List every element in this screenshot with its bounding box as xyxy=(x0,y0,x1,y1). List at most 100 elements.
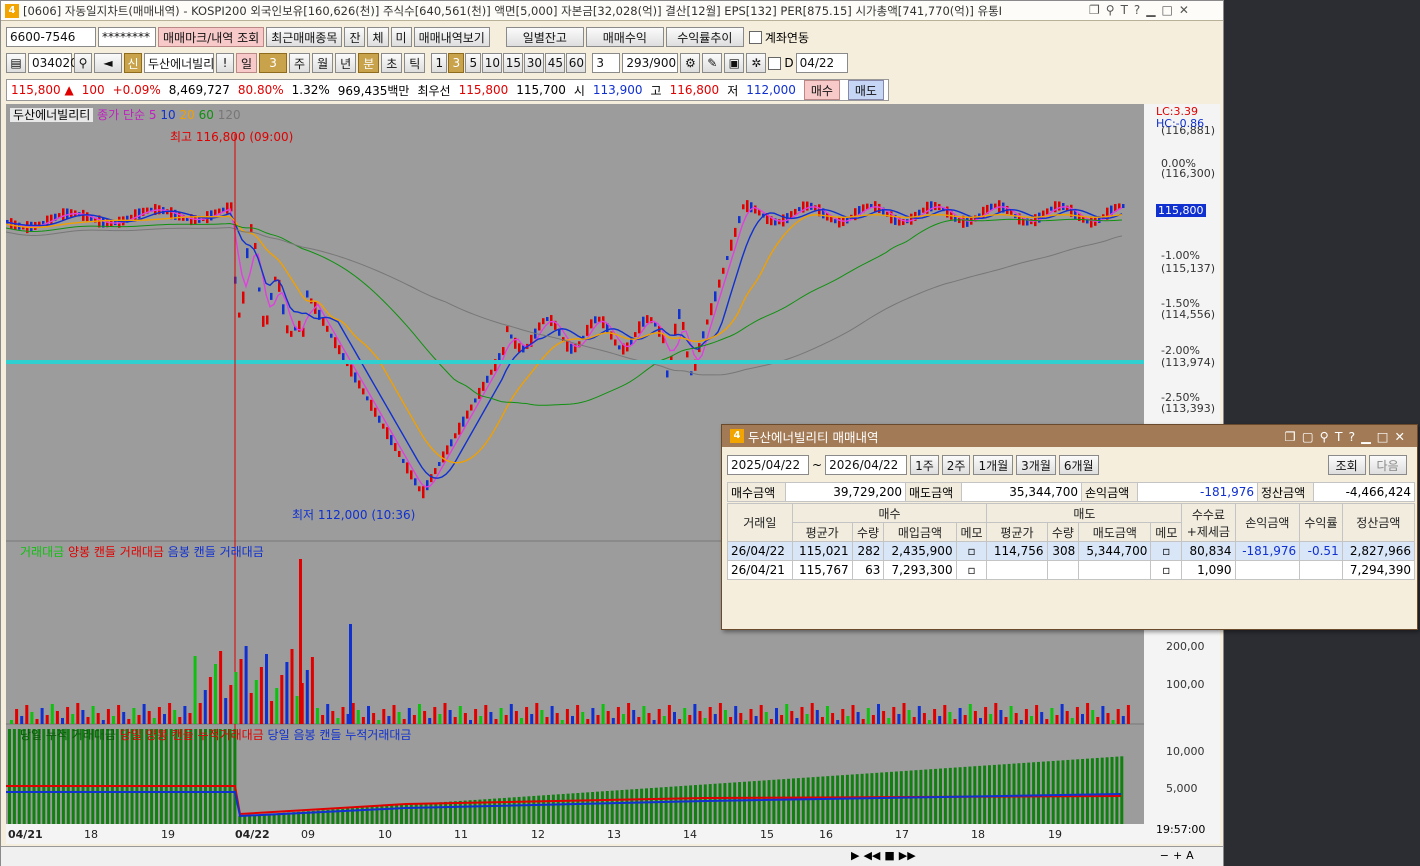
password-field[interactable]: ******** xyxy=(98,27,156,47)
profit-button[interactable]: 매매수익 xyxy=(585,27,664,47)
interval-3[interactable]: 3 xyxy=(448,53,465,73)
sell-button[interactable]: 매도 xyxy=(847,80,884,100)
candle xyxy=(394,443,397,452)
settings-icon[interactable]: ✲ xyxy=(746,53,767,73)
interval-45[interactable]: 45 xyxy=(545,53,566,73)
legend-ma5: 5 xyxy=(148,108,157,122)
stop-icon[interactable]: ■ xyxy=(884,849,894,862)
save-icon[interactable]: ▣ xyxy=(724,53,745,73)
interval-1[interactable]: 1 xyxy=(431,53,448,73)
candle xyxy=(290,330,293,337)
volume-bar xyxy=(994,703,998,724)
rewind-icon[interactable]: ◀◀ xyxy=(863,849,880,862)
credit-badge[interactable]: 신 xyxy=(124,53,142,73)
volume-bar xyxy=(316,708,319,724)
volume-bar xyxy=(846,716,850,724)
next-button[interactable]: 다음 xyxy=(1368,455,1407,475)
chart-scroll-bar[interactable]: ▶ ◀◀ ■ ▶▶ − + A xyxy=(1,846,1223,866)
volume-bar xyxy=(576,705,580,724)
volume-bar xyxy=(601,704,605,724)
range-field[interactable]: 293/900 xyxy=(622,53,679,73)
period-tick[interactable]: 틱 xyxy=(404,53,426,73)
period-day[interactable]: 일 xyxy=(236,53,258,73)
date-checkbox[interactable] xyxy=(768,56,782,70)
cum-legend-down: 당일 음봉 캔들 누적거래대금 xyxy=(267,728,412,742)
help-icon[interactable]: ? xyxy=(1134,3,1140,17)
interval-5[interactable]: 5 xyxy=(465,53,482,73)
period-1m[interactable]: 1개월 xyxy=(973,455,1014,475)
cum-bar xyxy=(953,767,957,824)
period-minute[interactable]: 분 xyxy=(358,53,380,73)
volume-bar xyxy=(1086,703,1090,724)
zoom-in-icon[interactable]: + xyxy=(1173,849,1182,862)
search-icon[interactable]: ⚲ xyxy=(74,53,92,73)
filled-button[interactable]: 체 xyxy=(367,27,389,47)
y-tick-label: 5,000 xyxy=(1166,782,1198,795)
period-3m[interactable]: 3개월 xyxy=(1016,455,1056,475)
mark-query-button[interactable]: 매매마크/내역 조회 xyxy=(158,27,265,47)
close-icon[interactable]: ✕ xyxy=(1179,3,1189,17)
font-icon[interactable]: A xyxy=(1186,849,1194,862)
candle xyxy=(414,478,417,486)
interval-15[interactable]: 15 xyxy=(503,53,524,73)
interval-60[interactable]: 60 xyxy=(566,53,587,73)
trend-button[interactable]: 수익률추이 xyxy=(665,27,744,47)
candle xyxy=(510,334,513,339)
account-select[interactable]: 6600-7546 xyxy=(6,27,96,47)
period-second[interactable]: 초 xyxy=(381,53,403,73)
popup-controls[interactable]: ❐▢⚲T?▁□✕ xyxy=(1285,429,1417,444)
history-button[interactable]: 매매내역보기 xyxy=(413,27,490,47)
interval-10[interactable]: 10 xyxy=(482,53,503,73)
volume-bar xyxy=(299,559,302,724)
interval-30[interactable]: 30 xyxy=(524,53,545,73)
restore-icon[interactable]: ❐ xyxy=(1089,3,1100,17)
cum-bar xyxy=(752,781,756,824)
period-month[interactable]: 월 xyxy=(312,53,334,73)
volume-bar xyxy=(91,706,95,724)
cell-pl: -181,976 xyxy=(1234,541,1301,561)
forward-icon[interactable]: ▶▶ xyxy=(899,849,916,862)
code-input[interactable]: 034020 xyxy=(28,53,78,73)
cum-bar xyxy=(600,791,604,824)
text-icon[interactable]: T xyxy=(1121,3,1128,17)
balance-button[interactable]: 잔 xyxy=(344,27,366,47)
minimize-icon[interactable]: ▁ xyxy=(1146,3,1155,17)
table-row[interactable]: 26/04/21 115,767 63 7,293,300 ▫ ▫ 1,090 7,294,3… xyxy=(727,560,1416,580)
cum-bar xyxy=(826,776,830,824)
period-week[interactable]: 주 xyxy=(289,53,311,73)
cell-date: 26/04/22 xyxy=(727,541,793,561)
high-annotation: 최고 116,800 (09:00) xyxy=(170,130,294,144)
to-date[interactable]: 2026/04/22 xyxy=(825,455,908,475)
table-row[interactable]: 26/04/22 115,021 282 2,435,900 ▫ 114,756 308 5,… xyxy=(727,541,1416,561)
cum-bar xyxy=(537,795,541,824)
buy-button[interactable]: 매수 xyxy=(803,80,840,100)
zoom-out-icon[interactable]: − xyxy=(1160,849,1169,862)
draw-icon[interactable]: ✎ xyxy=(702,53,723,73)
period-year[interactable]: 년 xyxy=(335,53,357,73)
count-select[interactable]: 3 xyxy=(592,53,621,73)
period-2w[interactable]: 2주 xyxy=(941,455,971,475)
maximize-icon[interactable]: □ xyxy=(1162,3,1173,17)
daily-balance-button[interactable]: 일별잔고 xyxy=(505,27,584,47)
play-icon[interactable]: ▶ xyxy=(851,849,859,862)
sound-icon[interactable]: ◄ xyxy=(94,53,122,73)
recent-stocks-button[interactable]: 최근매매종목 xyxy=(266,27,343,47)
query-button[interactable]: 조회 xyxy=(1327,455,1366,475)
cum-bar xyxy=(615,790,619,824)
volume-bar xyxy=(851,705,855,724)
volume-bar xyxy=(734,706,738,724)
layout-icon[interactable]: ▤ xyxy=(6,53,26,73)
cum-bar xyxy=(1022,762,1026,824)
volume-bar xyxy=(1030,716,1033,724)
candle xyxy=(466,410,469,419)
unfilled-button[interactable]: 미 xyxy=(390,27,412,47)
warning-button[interactable]: ! xyxy=(216,53,234,73)
period-num[interactable]: 3 xyxy=(259,53,288,73)
pin-icon[interactable]: ⚲ xyxy=(1106,3,1115,17)
period-6m[interactable]: 6개월 xyxy=(1058,455,1099,475)
period-1w[interactable]: 1주 xyxy=(910,455,939,475)
date-field[interactable]: 04/22 xyxy=(795,53,848,73)
from-date[interactable]: 2025/04/22 xyxy=(727,455,809,475)
account-link-checkbox[interactable] xyxy=(748,30,762,44)
tool-icon[interactable]: ⚙ xyxy=(680,53,701,73)
